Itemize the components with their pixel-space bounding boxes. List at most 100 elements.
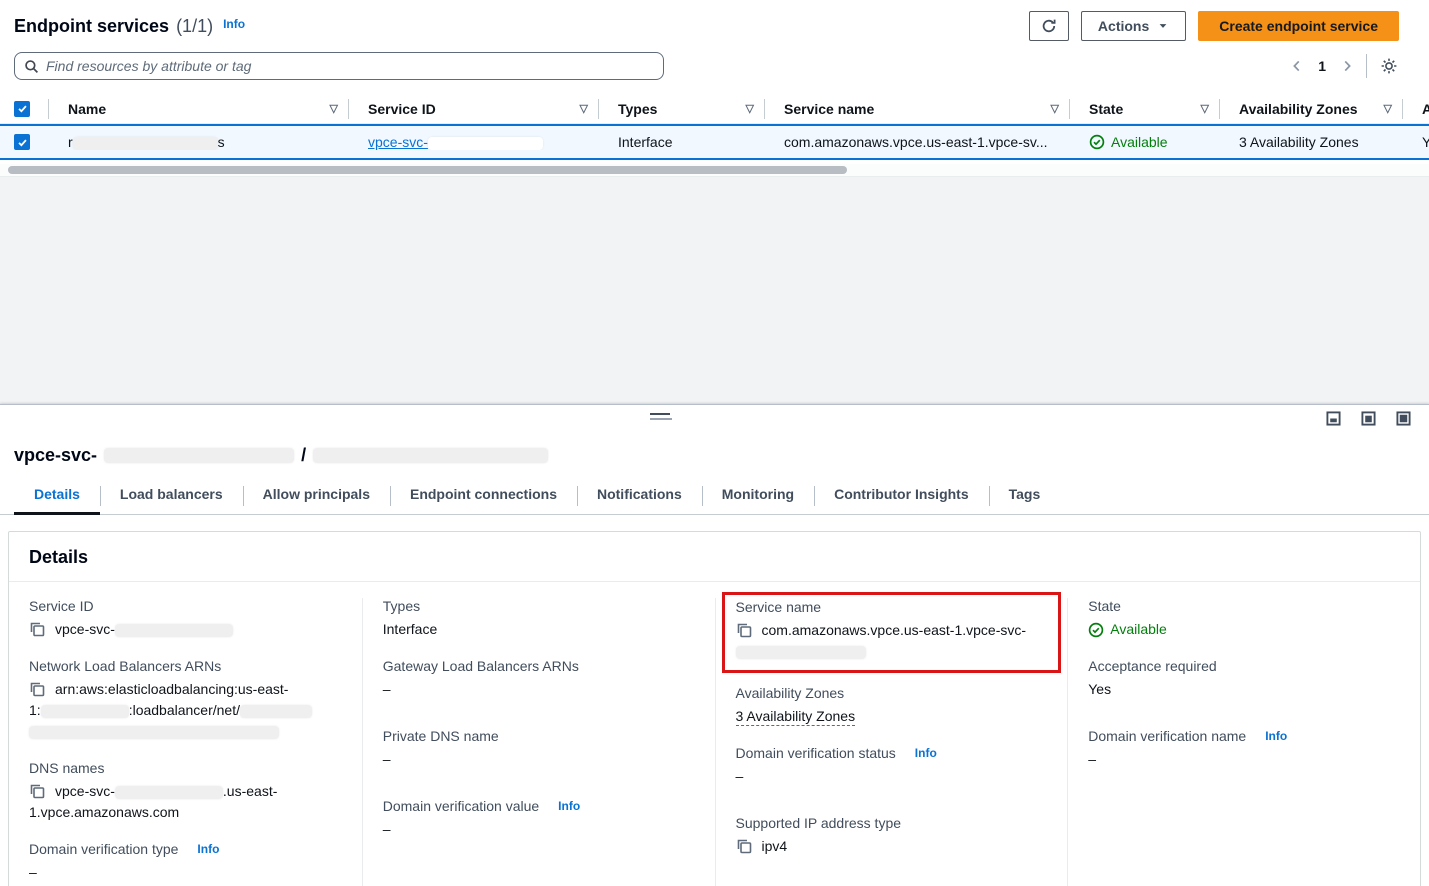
tab-details[interactable]: Details <box>14 480 100 514</box>
previous-page-icon[interactable] <box>1290 58 1304 74</box>
field-value: – <box>383 819 695 840</box>
details-column-4: State Available Acceptance required Yes <box>1067 598 1420 886</box>
column-header-state[interactable]: State ▽ <box>1069 94 1219 123</box>
field-domain-verification-status: Domain verification status Info – <box>736 745 1048 787</box>
split-panel-drag-handle[interactable] <box>650 413 672 420</box>
dns-value-mid: .us-east- <box>223 783 277 799</box>
field-label: Domain verification name <box>1088 728 1246 744</box>
cell-service-id: vpce-svc- <box>348 134 598 150</box>
sort-icon[interactable]: ▽ <box>1201 102 1209 115</box>
search-box[interactable] <box>14 52 664 80</box>
service-name-value: com.amazonaws.vpce.us-east-1.vpce-svc- <box>762 622 1027 638</box>
nlb-arn-line2-prefix: 1: <box>29 702 41 718</box>
search-icon <box>24 59 39 74</box>
sort-icon[interactable]: ▽ <box>580 102 588 115</box>
field-value: – <box>1088 749 1400 770</box>
availability-zones-link[interactable]: 3 Availability Zones <box>736 708 856 726</box>
select-all-checkbox[interactable] <box>14 101 30 117</box>
tab-tags[interactable]: Tags <box>989 480 1061 514</box>
field-label: Service name <box>736 599 1048 615</box>
column-label: Service ID <box>368 101 436 117</box>
nlb-arn-line2-mid: :loadbalancer/net/ <box>129 702 240 718</box>
service-id-value-prefix: vpce-svc- <box>55 621 115 637</box>
row-checkbox[interactable] <box>14 134 30 150</box>
info-link[interactable]: Info <box>558 799 580 813</box>
column-header-acceptance-cutoff[interactable]: A <box>1402 94 1429 123</box>
field-label: Domain verification status <box>736 745 896 761</box>
field-glb-arns: Gateway Load Balancers ARNs – <box>383 658 695 700</box>
field-label: Private DNS name <box>383 728 695 744</box>
field-label: Service ID <box>29 598 342 614</box>
info-link[interactable]: Info <box>197 842 219 856</box>
column-header-availability-zones[interactable]: Availability Zones ▽ <box>1219 94 1402 123</box>
tab-monitoring[interactable]: Monitoring <box>702 480 814 514</box>
copy-icon[interactable] <box>736 622 752 638</box>
copy-icon[interactable] <box>29 621 45 637</box>
redacted-text <box>240 705 312 718</box>
nlb-arn-line1: arn:aws:elasticloadbalancing:us-east- <box>55 681 288 697</box>
horizontal-scrollbar-thumb[interactable] <box>8 166 847 174</box>
name-prefix: r <box>68 134 73 150</box>
page-number[interactable]: 1 <box>1316 58 1328 74</box>
cell-state: Available <box>1069 134 1219 150</box>
next-page-icon[interactable] <box>1340 58 1354 74</box>
details-card-body: Service ID vpce-svc- Network Load Balanc… <box>9 582 1420 886</box>
page-info-link[interactable]: Info <box>223 17 245 31</box>
horizontal-scrollbar[interactable] <box>0 164 1429 176</box>
column-header-name[interactable]: Name ▽ <box>48 94 348 123</box>
tab-notifications[interactable]: Notifications <box>577 480 702 514</box>
tab-contributor-insights[interactable]: Contributor Insights <box>814 480 989 514</box>
table-header-row: Name ▽ Service ID ▽ Types ▽ Service name… <box>0 94 1429 124</box>
column-label: Types <box>618 101 657 117</box>
header-actions: Actions Create endpoint service <box>1029 11 1399 41</box>
field-label: Domain verification type <box>29 841 178 857</box>
tab-load-balancers[interactable]: Load balancers <box>100 480 243 514</box>
availability-zones-link[interactable]: 3 Availability Zones <box>1239 134 1359 150</box>
field-service-id: Service ID vpce-svc- <box>29 598 342 640</box>
field-label: Network Load Balancers ARNs <box>29 658 342 674</box>
column-header-service-name[interactable]: Service name ▽ <box>764 94 1069 123</box>
info-link[interactable]: Info <box>915 746 937 760</box>
redacted-text <box>73 137 218 150</box>
sort-icon[interactable]: ▽ <box>746 102 754 115</box>
search-input[interactable] <box>46 58 654 74</box>
column-header-service-id[interactable]: Service ID ▽ <box>348 94 598 123</box>
copy-icon[interactable] <box>29 681 45 697</box>
field-value: Yes <box>1088 679 1400 700</box>
redacted-text <box>428 137 543 150</box>
field-state: State Available <box>1088 598 1400 640</box>
field-availability-zones: Availability Zones 3 Availability Zones <box>736 685 1048 727</box>
table-settings-gear-icon[interactable] <box>1379 56 1399 76</box>
sort-icon[interactable]: ▽ <box>1051 102 1059 115</box>
name-suffix: s <box>218 134 225 150</box>
refresh-button[interactable] <box>1029 11 1069 41</box>
detail-tabs: Details Load balancers Allow principals … <box>0 480 1429 515</box>
tab-allow-principals[interactable]: Allow principals <box>243 480 390 514</box>
redacted-text <box>115 624 233 637</box>
state-label: Available <box>1111 134 1168 150</box>
tab-endpoint-connections[interactable]: Endpoint connections <box>390 480 577 514</box>
actions-button[interactable]: Actions <box>1081 11 1186 41</box>
info-link[interactable]: Info <box>1265 729 1287 743</box>
sort-icon[interactable]: ▽ <box>1384 102 1392 115</box>
create-endpoint-service-button[interactable]: Create endpoint service <box>1198 11 1399 41</box>
column-header-types[interactable]: Types ▽ <box>598 94 764 123</box>
cell-service-name: com.amazonaws.vpce.us-east-1.vpce-sv... <box>764 134 1069 150</box>
copy-icon[interactable] <box>736 838 752 854</box>
search-row: 1 <box>0 42 1429 80</box>
column-label: A <box>1422 101 1429 117</box>
row-select-cell <box>0 134 48 150</box>
field-dns-names: DNS names vpce-svc-.us-east- 1.vpce.amaz… <box>29 760 342 823</box>
column-label: State <box>1089 101 1123 117</box>
field-value: Interface <box>383 619 695 640</box>
panel-size-small-icon[interactable] <box>1326 411 1341 426</box>
service-id-link[interactable]: vpce-svc- <box>368 134 543 150</box>
dns-value-prefix: vpce-svc- <box>55 783 115 799</box>
cell-types: Interface <box>598 134 764 150</box>
sort-icon[interactable]: ▽ <box>330 102 338 115</box>
table-row[interactable]: r s vpce-svc- Interface com.amazonaws.vpc… <box>0 124 1429 160</box>
copy-icon[interactable] <box>29 783 45 799</box>
panel-size-large-icon[interactable] <box>1396 411 1411 426</box>
check-circle-icon <box>1088 622 1104 638</box>
panel-size-medium-icon[interactable] <box>1361 411 1376 426</box>
